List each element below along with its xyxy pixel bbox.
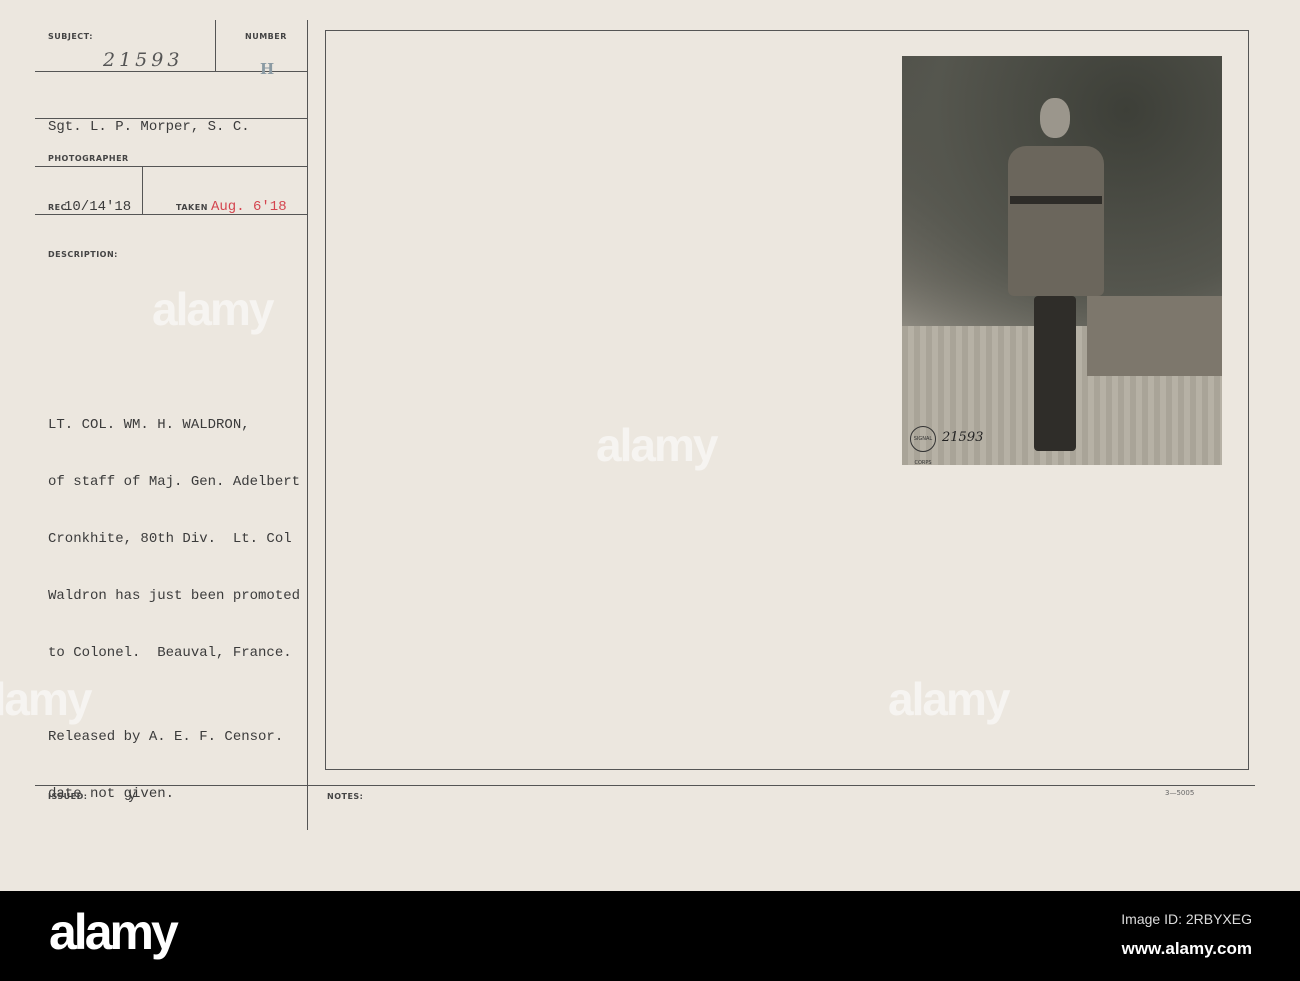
soldier-uniform (1008, 146, 1104, 296)
divider (35, 166, 307, 167)
alamy-logo: alamy (49, 904, 179, 960)
date-divider (142, 166, 143, 214)
issued-label: ISSUED: (48, 792, 88, 801)
number-label: NUMBER (245, 32, 287, 41)
watermark: alamy (152, 283, 274, 335)
notes-label: NOTES: (327, 792, 364, 801)
soldier-belt (1010, 196, 1102, 204)
release-line: Released by A. E. F. Censor. (48, 729, 284, 745)
photographer-label: PHOTOGRAPHER (48, 154, 129, 163)
image-id: Image ID: 2RBYXEG (1121, 911, 1252, 927)
rec-date: 10/14'18 (64, 199, 132, 215)
watermark: alamy (0, 673, 92, 725)
taken-label: TAKEN (176, 203, 208, 212)
taken-date: Aug. 6'18 (211, 199, 287, 215)
description-text: LT. COL. WM. H. WALDRON, of staff of Maj… (48, 378, 300, 682)
soldier-head (1040, 98, 1070, 138)
photographer-name: Sgt. L. P. Morper, S. C. (48, 119, 250, 135)
description-line: Waldron has just been promoted (48, 588, 301, 604)
soldier-photograph: SIGNAL CORPS U.S.A. 21593 (902, 56, 1222, 465)
description-line: Cronkhite, 80th Div. Lt. Col (48, 531, 292, 547)
watermark: alamy (888, 673, 1010, 725)
subject-number: 21593 (103, 49, 184, 71)
brick-wall (1087, 296, 1222, 376)
alamy-url[interactable]: www.alamy.com (1122, 939, 1252, 959)
description-line: to Colonel. Beauval, France. (48, 645, 292, 661)
signal-corps-stamp: SIGNAL CORPS U.S.A. (910, 426, 936, 465)
watermark: alamy (596, 419, 718, 471)
column-divider (307, 20, 308, 830)
number-stamp: H (260, 60, 275, 78)
description-line: LT. COL. WM. H. WALDRON, (48, 417, 250, 433)
stock-footer: alamy Image ID: 2RBYXEG www.alamy.com (0, 891, 1300, 981)
description-line: of staff of Maj. Gen. Adelbert (48, 474, 301, 490)
soldier-boots (1034, 296, 1076, 451)
description-label: DESCRIPTION: (48, 250, 118, 259)
issued-value: y (128, 788, 137, 804)
number-divider (215, 20, 216, 71)
subject-label: SUBJECT: (48, 32, 93, 41)
photo-number: 21593 (942, 430, 984, 445)
form-number: 3—5005 (1165, 789, 1195, 797)
